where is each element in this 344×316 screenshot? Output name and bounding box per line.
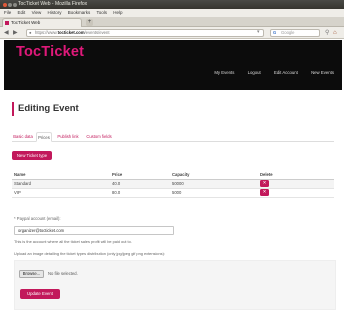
nav-new-events[interactable]: New Events — [311, 70, 334, 75]
search-bar[interactable]: G Google — [270, 29, 320, 37]
back-arrow-icon[interactable]: ◀ — [4, 29, 9, 37]
no-file-text: No file selected. — [48, 271, 78, 276]
paypal-label: * Paypal account (email): — [14, 216, 61, 221]
ticket-types-table: Name Price Capacity Delete Standard 40.0… — [12, 171, 334, 198]
close-window-button[interactable] — [3, 2, 7, 7]
update-event-button[interactable]: Update Event — [20, 289, 60, 299]
ticket-price: 40.0 — [110, 179, 170, 189]
dropdown-arrow-icon[interactable]: ▾ — [257, 28, 260, 36]
col-delete: Delete — [258, 171, 334, 180]
menu-edit[interactable]: Edit — [18, 10, 26, 15]
menu-file[interactable]: File — [4, 10, 11, 15]
ticket-capacity: 5000 — [170, 188, 258, 198]
window-title: TocTicket Web - Mozilla Firefox — [18, 1, 88, 7]
home-icon[interactable]: ⌂ — [333, 29, 337, 37]
search-engine-icon[interactable]: G — [273, 30, 276, 36]
browser-tab-label: TocTicket Web — [11, 20, 41, 25]
url-prefix: https://www. — [35, 30, 58, 35]
browser-tab[interactable]: TocTicket Web — [2, 18, 82, 27]
site-logo[interactable]: TocTicket — [16, 44, 84, 60]
delete-icon[interactable]: ✕ — [260, 189, 269, 196]
browse-button[interactable]: Browse... — [19, 270, 44, 278]
tab-publish-link[interactable]: Publish link — [56, 132, 80, 142]
ticket-name: VIP — [12, 188, 110, 198]
menu-bar: File Edit View History Bookmarks Tools H… — [0, 9, 344, 17]
table-row: Standard 40.0 50000 ✕ — [12, 179, 334, 189]
menu-bookmarks[interactable]: Bookmarks — [68, 10, 91, 15]
menu-history[interactable]: History — [48, 10, 62, 15]
table-row: VIP 80.0 5000 ✕ — [12, 188, 334, 198]
nav-my-events[interactable]: My Events — [214, 70, 234, 75]
url-domain: tocticket.com — [57, 30, 85, 35]
menu-view[interactable]: View — [32, 10, 42, 15]
tab-basic-data[interactable]: Basic data — [12, 132, 34, 142]
favicon-icon — [5, 21, 9, 25]
new-tab-button[interactable]: + — [86, 19, 93, 26]
url-path: /events/event — [84, 30, 110, 35]
navigation-toolbar: ◀ ▶ ● https://www.tocticket.com/events/e… — [0, 27, 344, 39]
search-placeholder: Google — [281, 30, 295, 35]
upload-panel: Browse... No file selected. Update Event — [14, 260, 336, 310]
tab-prices[interactable]: Prices — [36, 132, 52, 142]
search-icon[interactable]: ⚲ — [325, 29, 329, 37]
page-viewport: TocTicket My Events Logout Edit Account … — [4, 40, 342, 316]
site-nav: My Events Logout Edit Account New Events — [202, 70, 334, 75]
site-identity-icon[interactable]: ● — [29, 30, 32, 36]
forward-arrow-icon[interactable]: ▶ — [13, 29, 18, 37]
window-titlebar: TocTicket Web - Mozilla Firefox — [0, 0, 344, 9]
delete-icon[interactable]: ✕ — [260, 180, 269, 187]
col-capacity: Capacity — [170, 171, 258, 180]
minimize-window-button[interactable] — [8, 2, 12, 7]
new-ticket-type-button[interactable]: New Ticket type — [12, 151, 52, 160]
page-title: Editing Event — [12, 102, 79, 116]
paypal-email-input[interactable]: organizer@tocticket.com — [14, 226, 174, 235]
ticket-price: 80.0 — [110, 188, 170, 198]
maximize-window-button[interactable] — [13, 2, 17, 7]
site-header: TocTicket My Events Logout Edit Account … — [4, 40, 342, 90]
url-bar[interactable]: ● https://www.tocticket.com/events/event — [26, 29, 264, 37]
paypal-help-text: This is the account where all the ticket… — [14, 239, 132, 244]
event-tabs: Basic data Prices Publish link Custom fi… — [12, 132, 334, 142]
upload-label: Upload an image detailing the ticket typ… — [14, 251, 165, 256]
browser-tab-bar: TocTicket Web + — [0, 17, 344, 27]
col-price: Price — [110, 171, 170, 180]
menu-tools[interactable]: Tools — [96, 10, 107, 15]
nav-logout[interactable]: Logout — [248, 70, 261, 75]
tab-custom-fields[interactable]: Custom fields — [84, 132, 114, 142]
col-name: Name — [12, 171, 110, 180]
ticket-name: Standard — [12, 179, 110, 189]
nav-edit-account[interactable]: Edit Account — [274, 70, 298, 75]
menu-help[interactable]: Help — [113, 10, 122, 15]
ticket-capacity: 50000 — [170, 179, 258, 189]
